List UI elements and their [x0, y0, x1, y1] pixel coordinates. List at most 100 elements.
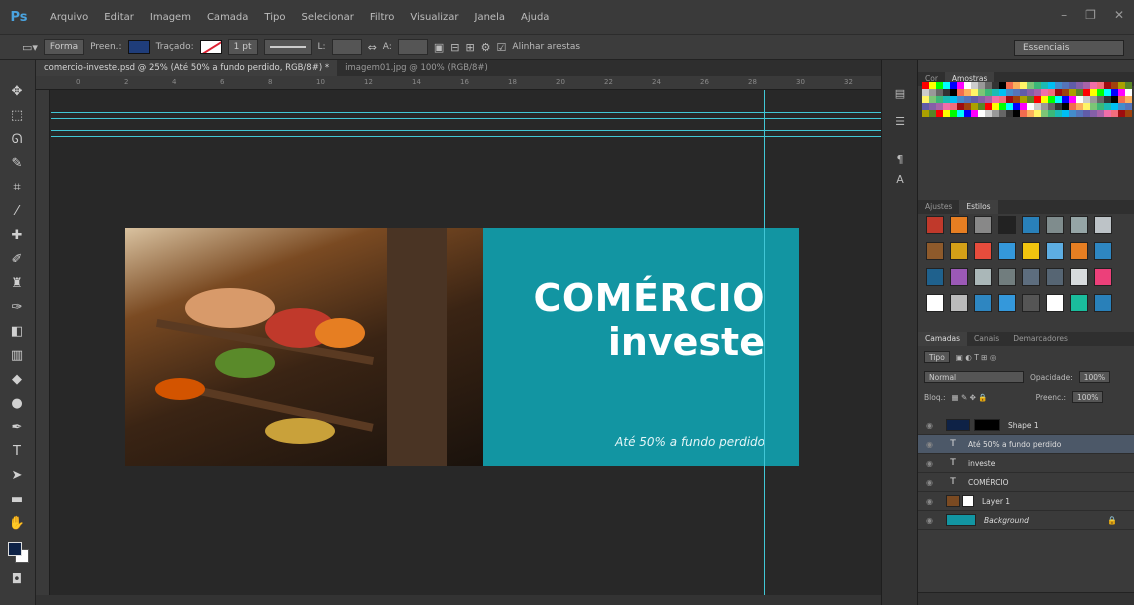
- color-swatch[interactable]: [1125, 96, 1132, 103]
- blur-icon[interactable]: ◆: [8, 370, 26, 388]
- style-preset[interactable]: [998, 216, 1016, 234]
- healing-icon[interactable]: ✚: [8, 226, 26, 244]
- tab-demarcadores[interactable]: Demarcadores: [1006, 332, 1075, 346]
- color-swatch[interactable]: [1041, 124, 1048, 131]
- color-swatch[interactable]: [1118, 96, 1125, 103]
- layer-row-tagline[interactable]: ◉ T Até 50% a fundo perdido: [918, 435, 1134, 454]
- color-swatch[interactable]: [992, 82, 999, 89]
- color-swatch[interactable]: [1090, 117, 1097, 124]
- color-swatch[interactable]: [922, 96, 929, 103]
- color-swatch[interactable]: [1111, 124, 1118, 131]
- fill-field[interactable]: 100%: [1071, 391, 1104, 403]
- color-swatch[interactable]: [1083, 82, 1090, 89]
- color-swatch[interactable]: [936, 89, 943, 96]
- color-swatch[interactable]: [978, 82, 985, 89]
- color-swatch[interactable]: [936, 103, 943, 110]
- opacity-field[interactable]: 100%: [1078, 371, 1111, 383]
- color-swatch[interactable]: [1097, 89, 1104, 96]
- color-swatch[interactable]: [1083, 117, 1090, 124]
- color-swatch[interactable]: [1111, 89, 1118, 96]
- color-swatch[interactable]: [964, 82, 971, 89]
- color-swatch[interactable]: [1076, 131, 1083, 138]
- color-swatch[interactable]: [1076, 89, 1083, 96]
- visibility-eye-icon[interactable]: ◉: [926, 497, 940, 506]
- visibility-eye-icon[interactable]: ◉: [926, 421, 940, 430]
- color-swatch[interactable]: [985, 89, 992, 96]
- color-swatch[interactable]: [1013, 103, 1020, 110]
- color-swatch[interactable]: [943, 103, 950, 110]
- style-preset[interactable]: [1070, 216, 1088, 234]
- menu-camada[interactable]: Camada: [199, 12, 256, 23]
- color-swatch[interactable]: [1048, 117, 1055, 124]
- color-swatch[interactable]: [922, 117, 929, 124]
- color-swatch[interactable]: [1125, 89, 1132, 96]
- style-preset[interactable]: [1046, 294, 1064, 312]
- color-swatch[interactable]: [978, 110, 985, 117]
- maximize-icon[interactable]: ❐: [1085, 8, 1096, 22]
- color-swatch[interactable]: [957, 110, 964, 117]
- guide-vertical[interactable]: [764, 90, 765, 605]
- color-swatch[interactable]: [964, 103, 971, 110]
- pen-icon[interactable]: ✒: [8, 418, 26, 436]
- fill-swatch[interactable]: [127, 40, 150, 54]
- color-swatch[interactable]: [1090, 82, 1097, 89]
- color-swatch[interactable]: [1111, 96, 1118, 103]
- color-swatch[interactable]: [1020, 89, 1027, 96]
- color-swatch[interactable]: [1055, 110, 1062, 117]
- color-swatch[interactable]: [929, 103, 936, 110]
- color-swatch[interactable]: [1069, 117, 1076, 124]
- stamp-icon[interactable]: ♜: [8, 274, 26, 292]
- color-swatch[interactable]: [1097, 96, 1104, 103]
- tab-camadas[interactable]: Camadas: [918, 332, 967, 346]
- color-swatch[interactable]: [971, 89, 978, 96]
- color-swatch[interactable]: [1111, 110, 1118, 117]
- color-swatch[interactable]: [943, 131, 950, 138]
- color-swatch[interactable]: [1020, 131, 1027, 138]
- style-preset[interactable]: [974, 242, 992, 260]
- color-swatch[interactable]: [1020, 110, 1027, 117]
- dodge-icon[interactable]: ●: [8, 394, 26, 412]
- guide-horizontal[interactable]: [51, 130, 881, 131]
- color-swatch[interactable]: [971, 131, 978, 138]
- color-swatch[interactable]: [1083, 96, 1090, 103]
- color-swatch[interactable]: [1083, 110, 1090, 117]
- shape-tool-icon[interactable]: ▭▾: [22, 41, 38, 54]
- layer-row-layer-1[interactable]: ◉ Layer 1: [918, 492, 1134, 511]
- stroke-type-select[interactable]: [263, 39, 312, 55]
- color-swatch[interactable]: [936, 124, 943, 131]
- color-swatch[interactable]: [978, 117, 985, 124]
- color-swatch[interactable]: [1083, 131, 1090, 138]
- lasso-icon[interactable]: ᘏ: [8, 130, 26, 148]
- color-swatch[interactable]: [1125, 117, 1132, 124]
- stroke-swatch[interactable]: [199, 40, 222, 54]
- color-swatch[interactable]: [1006, 103, 1013, 110]
- color-swatch[interactable]: [992, 117, 999, 124]
- color-swatch[interactable]: [992, 103, 999, 110]
- color-swatch[interactable]: [1048, 103, 1055, 110]
- color-swatch[interactable]: [1083, 89, 1090, 96]
- visibility-eye-icon[interactable]: ◉: [926, 440, 940, 449]
- style-preset[interactable]: [950, 216, 968, 234]
- color-swatch[interactable]: [936, 96, 943, 103]
- color-swatch[interactable]: [992, 131, 999, 138]
- color-swatch[interactable]: [950, 110, 957, 117]
- color-swatch[interactable]: [1006, 89, 1013, 96]
- color-swatch[interactable]: [971, 124, 978, 131]
- color-swatch[interactable]: [1104, 131, 1111, 138]
- color-swatch[interactable]: [999, 117, 1006, 124]
- color-swatch[interactable]: [978, 131, 985, 138]
- color-swatch[interactable]: [985, 117, 992, 124]
- layer-row-shape-1[interactable]: ◉ Shape 1: [918, 416, 1134, 435]
- color-swatch[interactable]: [957, 131, 964, 138]
- color-swatch[interactable]: [1048, 124, 1055, 131]
- style-preset[interactable]: [950, 242, 968, 260]
- color-swatch[interactable]: [1055, 117, 1062, 124]
- color-swatch[interactable]: [922, 82, 929, 89]
- color-swatch[interactable]: [1055, 131, 1062, 138]
- color-swatch[interactable]: [1062, 124, 1069, 131]
- color-swatch[interactable]: [992, 110, 999, 117]
- color-swatch[interactable]: [950, 124, 957, 131]
- color-swatch[interactable]: [1055, 82, 1062, 89]
- color-swatch[interactable]: [1034, 117, 1041, 124]
- eraser-icon[interactable]: ◧: [8, 322, 26, 340]
